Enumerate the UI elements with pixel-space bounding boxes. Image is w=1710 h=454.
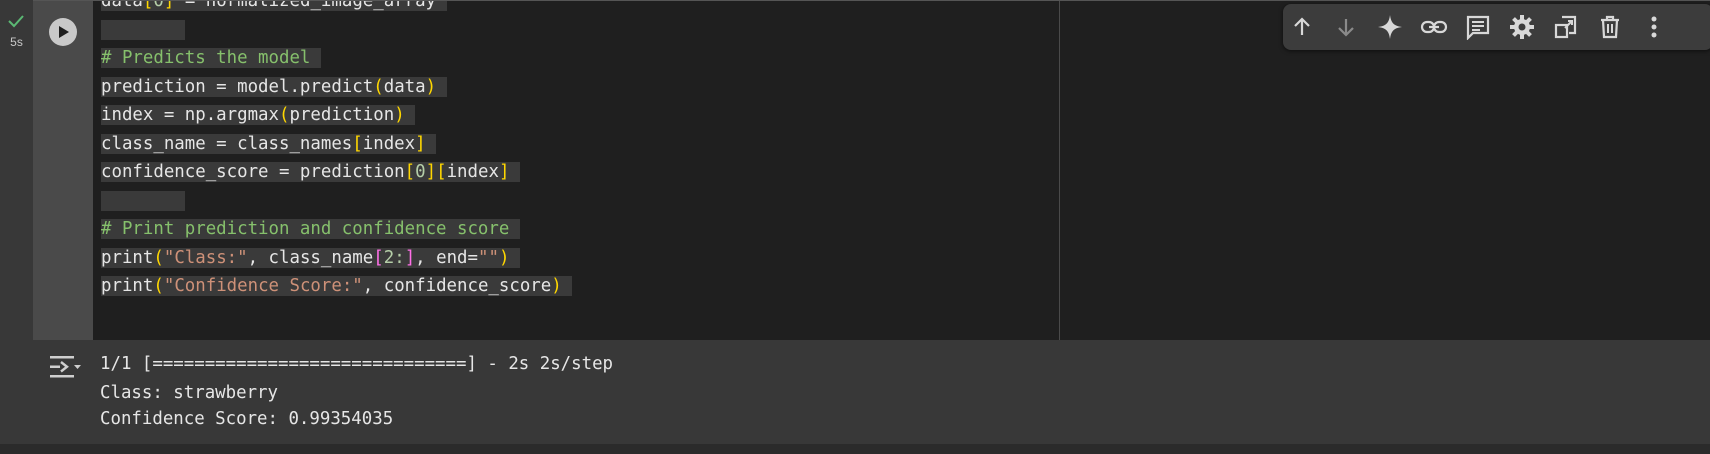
code-token: ] [498, 162, 510, 182]
code-token: ] [425, 162, 437, 182]
code-token: [ [404, 162, 416, 182]
mirror-cell-button[interactable] [1552, 13, 1580, 41]
output-text: 1/1 [==============================] - 2… [100, 351, 613, 432]
code-line[interactable]: prediction = model.predict(data) [101, 73, 572, 102]
code-line-selection: prediction = model.predict(data) [101, 76, 447, 97]
code-token: # Predicts the model [101, 48, 311, 68]
code-token: index = np.argmax [101, 105, 279, 125]
code-token: "" [478, 247, 499, 268]
code-token: ] [415, 133, 426, 154]
code-token: ) [394, 105, 405, 125]
output-line: Class: strawberry [100, 382, 278, 403]
code-line[interactable]: index = np.argmax(prediction) [101, 101, 572, 130]
code-token: 0 [153, 1, 164, 11]
move-up-button[interactable] [1288, 13, 1316, 41]
code-token: ] [404, 247, 416, 268]
code-token: ) [425, 76, 437, 97]
execution-time: 5s [10, 35, 23, 49]
code-token: ( [373, 76, 384, 97]
code-line-selection: confidence_score = prediction[0][index] [101, 162, 520, 182]
code-line-selection: print("Confidence Score:", confidence_sc… [101, 276, 573, 296]
code-line[interactable] [101, 16, 572, 45]
code-token: "Class:" [163, 247, 248, 268]
cell-gutter [33, 1, 93, 341]
output-line: Confidence Score: 0.99354035 [100, 408, 394, 429]
code-token: , end= [415, 247, 478, 268]
code-token: 0 [415, 162, 426, 182]
check-icon [8, 15, 24, 28]
notebook-bottom-edge [0, 444, 1710, 454]
code-line-selection: data[0] = normalized_image_array [101, 1, 447, 11]
settings-icon [1510, 15, 1534, 39]
cell-status-column: 5s [0, 0, 33, 454]
code-token: ( [153, 247, 164, 268]
code-token: data [101, 1, 143, 11]
more-options-button[interactable] [1640, 13, 1668, 41]
code-token: ) [498, 247, 510, 268]
output-actions-icon[interactable] [48, 353, 82, 381]
code-token: print [101, 247, 154, 268]
move-down-icon [1338, 19, 1354, 37]
code-token: = normalized_image_array [174, 1, 437, 11]
code-line[interactable]: class_name = class_names[index] [101, 130, 572, 159]
cell-output: 1/1 [==============================] - 2… [33, 340, 1710, 444]
code-line-selection: # Predicts the model [101, 48, 321, 68]
code-line-selection: print("Class:", class_name[2:], end="") [101, 247, 520, 268]
add-comment-button[interactable] [1464, 13, 1492, 41]
delete-icon [1601, 15, 1619, 39]
code-token: [ [142, 1, 154, 11]
code-token: confidence_score = prediction [101, 162, 405, 182]
code-token: class_name = class_names [101, 133, 353, 154]
code-token: [ [373, 247, 384, 268]
code-line[interactable]: # Predicts the model [101, 44, 572, 73]
link-icon [1420, 20, 1448, 34]
code-line[interactable]: # Print prediction and confidence score [101, 215, 572, 244]
code-line-selection: index = np.argmax(prediction) [101, 105, 416, 125]
play-icon [59, 26, 69, 38]
delete-cell-button[interactable] [1596, 13, 1624, 41]
code-token: prediction [289, 105, 395, 125]
code-line-selection: # Print prediction and confidence score [101, 219, 520, 239]
code-token: ( [279, 105, 290, 125]
code-line[interactable]: print("Confidence Score:", confidence_sc… [101, 272, 573, 301]
code-token: , class_name [247, 247, 374, 268]
code-line-selection [101, 190, 185, 211]
code-token: # Print prediction and confidence score [101, 219, 510, 239]
run-cell-button[interactable] [49, 18, 77, 46]
comment-icon [1466, 15, 1490, 40]
gemini-sparkle-icon [1378, 15, 1402, 39]
code-cell[interactable]: data[0] = normalized_image_array # Predi… [33, 0, 1710, 341]
code-line[interactable] [101, 187, 572, 216]
code-line[interactable]: print("Class:", class_name[2:], end="") [101, 244, 572, 273]
code-token: ) [551, 276, 562, 296]
gemini-button[interactable] [1376, 13, 1404, 41]
code-token: prediction = model.predict [101, 76, 374, 97]
code-token: index [446, 162, 499, 182]
output-line: 1/1 [==============================] - 2… [100, 354, 614, 374]
more-options-icon [1651, 16, 1657, 38]
code-editor[interactable]: data[0] = normalized_image_array # Predi… [93, 1, 1060, 341]
copy-link-button[interactable] [1420, 13, 1448, 41]
code-line-selection: class_name = class_names[index] [101, 133, 437, 154]
code-token: index [362, 133, 416, 154]
mirror-cell-icon [1554, 15, 1577, 39]
code-token: "Confidence Score:" [163, 276, 363, 296]
move-up-icon [1294, 17, 1310, 35]
code-token: data [383, 76, 426, 97]
code-token: print [101, 276, 154, 296]
cell-toolbar [1283, 4, 1710, 50]
code-token: 2: [383, 247, 405, 268]
cell-settings-button[interactable] [1508, 13, 1536, 41]
code-token: ( [153, 276, 164, 296]
code-line[interactable]: confidence_score = prediction[0][index] [101, 158, 572, 187]
code-line[interactable]: data[0] = normalized_image_array [101, 1, 572, 16]
code-token: , confidence_score [362, 276, 552, 296]
code-text[interactable]: data[0] = normalized_image_array # Predi… [101, 1, 573, 301]
code-token: ] [163, 1, 175, 11]
code-token: [ [352, 133, 363, 154]
move-down-button[interactable] [1332, 13, 1360, 41]
code-token: [ [436, 162, 447, 182]
code-line-selection [101, 19, 185, 40]
